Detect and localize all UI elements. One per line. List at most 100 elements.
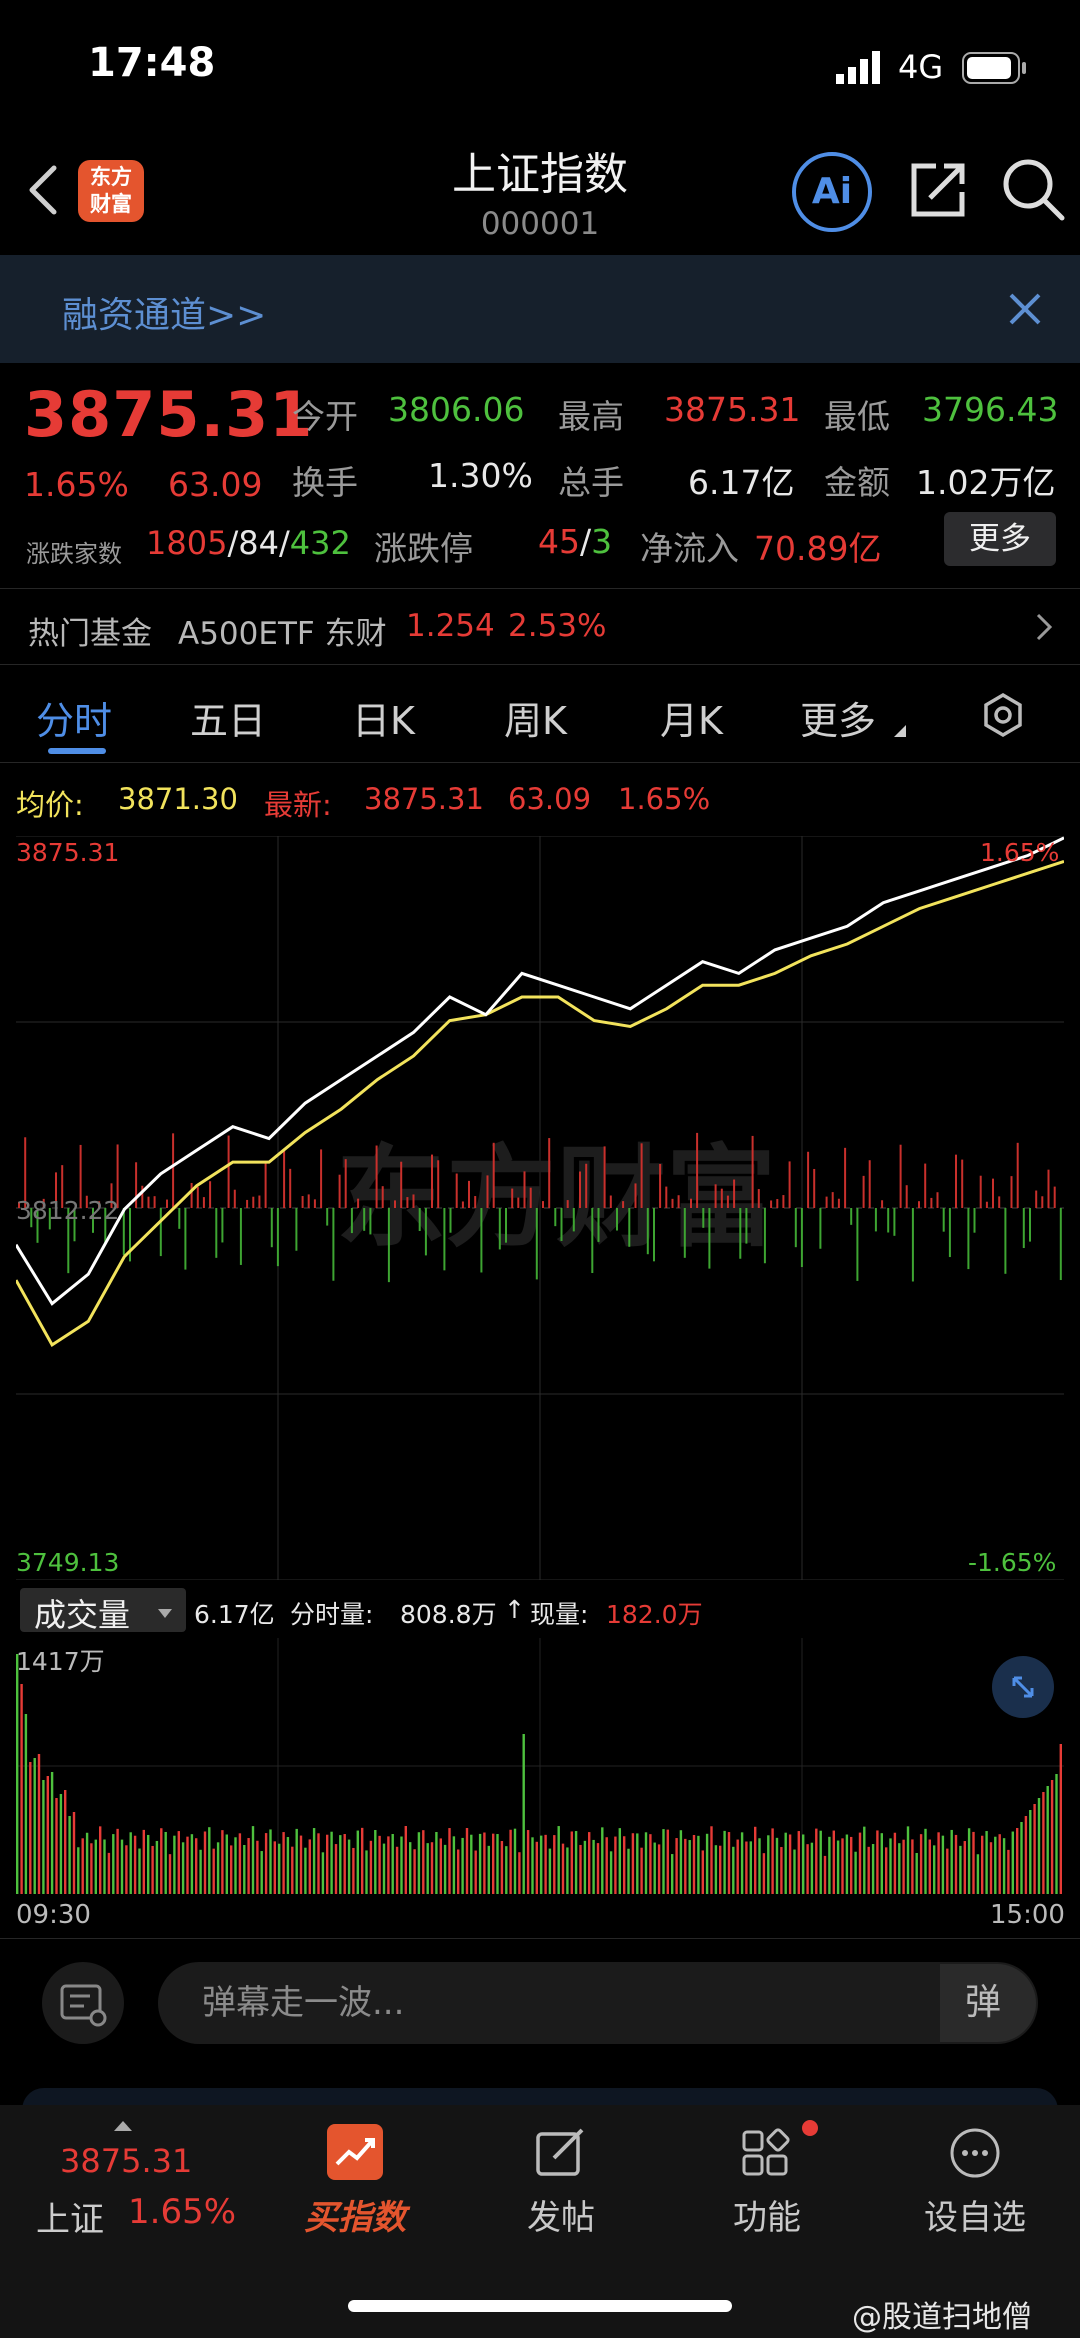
- volume-bar: [212, 1848, 215, 1894]
- danmaku-toggle-button[interactable]: 弹: [940, 1964, 1036, 2042]
- open-label: 今开: [292, 397, 358, 436]
- flow-bar: [332, 1208, 335, 1281]
- volume-bar: [919, 1834, 923, 1894]
- amount-value: 1.02万亿: [916, 463, 1056, 502]
- volume-bar: [435, 1832, 438, 1894]
- volume-chart[interactable]: [16, 1638, 1064, 1894]
- flow-bar: [868, 1160, 871, 1208]
- volume-bar: [77, 1847, 80, 1894]
- intraday-chart[interactable]: 东方财富: [14, 835, 1065, 1581]
- more-button[interactable]: 更多: [944, 512, 1056, 566]
- chevron-right-icon[interactable]: [1034, 612, 1054, 642]
- volume-bar: [644, 1832, 648, 1894]
- volume-bar: [836, 1840, 840, 1894]
- nav-buy-index[interactable]: 买指数: [270, 2190, 440, 2239]
- volume-bar: [181, 1842, 185, 1894]
- nav-add-watchlist[interactable]: 设自选: [890, 2190, 1060, 2239]
- edit-post-icon[interactable]: [534, 2126, 588, 2180]
- nav-index-price[interactable]: 3875.31: [60, 2142, 192, 2180]
- hot-fund-name[interactable]: A500ETF 东财: [178, 608, 387, 653]
- nav-index-pct[interactable]: 1.65%: [128, 2192, 236, 2232]
- current-volume-label: 现量:: [530, 1600, 589, 1629]
- volume-bar: [933, 1845, 936, 1894]
- tab-more[interactable]: 更多: [800, 690, 876, 745]
- volume-bar: [413, 1849, 416, 1894]
- hot-fund-price: 1.254: [406, 608, 495, 644]
- nav-functions[interactable]: 功能: [682, 2190, 852, 2239]
- flow-bar: [159, 1208, 162, 1257]
- low-label: 最低: [824, 397, 890, 436]
- tab-daily-k[interactable]: 日K: [352, 690, 415, 745]
- more-dots-icon[interactable]: [948, 2126, 1002, 2180]
- volume-bar: [732, 1846, 735, 1894]
- volume-bar: [972, 1831, 975, 1894]
- expand-icon[interactable]: [992, 1656, 1054, 1718]
- share-icon[interactable]: [906, 158, 970, 222]
- volume-bar: [806, 1844, 809, 1894]
- flow-bar: [301, 1196, 304, 1208]
- high-label: 最高: [558, 397, 624, 436]
- flow-bar: [486, 1175, 489, 1208]
- tab-monthly-k[interactable]: 月K: [660, 690, 723, 745]
- nav-post[interactable]: 发帖: [476, 2190, 646, 2239]
- danmaku-list-button[interactable]: [42, 1962, 124, 2044]
- flow-bar: [246, 1199, 249, 1208]
- volume-bar: [1016, 1828, 1019, 1894]
- signal-icon: [836, 50, 886, 84]
- ai-button[interactable]: Ai: [792, 152, 872, 232]
- volume-bar: [177, 1831, 180, 1894]
- flow-bar: [616, 1208, 618, 1231]
- flow-bar: [948, 1208, 951, 1258]
- volume-bar: [505, 1846, 508, 1894]
- flow-bar: [899, 1144, 902, 1208]
- gear-icon[interactable]: [980, 692, 1026, 738]
- period-volume-label: 分时量:: [290, 1600, 374, 1629]
- tab-five-day[interactable]: 五日: [190, 690, 266, 745]
- tab-intraday[interactable]: 分时: [36, 690, 112, 745]
- flow-bar: [1022, 1208, 1025, 1249]
- close-icon[interactable]: [1008, 292, 1042, 326]
- buy-index-icon[interactable]: [327, 2124, 383, 2180]
- volume-bar: [282, 1832, 285, 1894]
- volume-bar: [1042, 1792, 1045, 1894]
- volume-bar: [138, 1848, 141, 1894]
- danmaku-input[interactable]: 弹幕走一波...: [158, 1962, 1038, 2044]
- tab-weekly-k[interactable]: 周K: [504, 690, 567, 745]
- flow-bar: [375, 1145, 378, 1208]
- hot-fund-label: 热门基金: [28, 616, 152, 652]
- flow-bar: [523, 1171, 526, 1208]
- flow-bar: [320, 1149, 323, 1208]
- volume-bar: [976, 1854, 980, 1894]
- turnover-value: 1.30%: [428, 456, 533, 495]
- volume-bar: [850, 1836, 853, 1894]
- volume-bar: [299, 1835, 303, 1894]
- volume-selector-label[interactable]: 成交量: [34, 1590, 130, 1636]
- banner-text[interactable]: 融资通道>>: [62, 286, 266, 338]
- volume-bar: [147, 1834, 150, 1894]
- flow-bar: [443, 1208, 446, 1271]
- flow-bar: [794, 1208, 797, 1248]
- volume-bar: [1046, 1786, 1049, 1894]
- volume-bar: [841, 1838, 844, 1894]
- volume-bar: [199, 1849, 202, 1894]
- flow-bar: [1041, 1196, 1044, 1208]
- grid-apps-icon[interactable]: [740, 2126, 794, 2180]
- volume-bar: [395, 1846, 399, 1894]
- volume-bar: [989, 1842, 993, 1894]
- flow-bar: [221, 1208, 224, 1243]
- volume-max-label: 1417万: [16, 1647, 105, 1676]
- flow-bar: [264, 1163, 267, 1208]
- expand-up-icon[interactable]: [114, 2116, 132, 2131]
- flow-bar: [1047, 1169, 1050, 1208]
- volume-bar: [16, 1654, 19, 1894]
- nav-index-name[interactable]: 上证: [36, 2192, 104, 2241]
- volume-bar: [50, 1772, 54, 1894]
- latest-change: 63.09: [508, 782, 592, 816]
- flow-bar: [671, 1198, 674, 1208]
- flow-bar: [973, 1208, 976, 1233]
- flow-bar: [825, 1196, 828, 1208]
- volume-bar: [448, 1828, 451, 1894]
- flow-bar: [270, 1208, 273, 1248]
- volume-bar: [946, 1848, 949, 1894]
- search-icon[interactable]: [1000, 156, 1066, 222]
